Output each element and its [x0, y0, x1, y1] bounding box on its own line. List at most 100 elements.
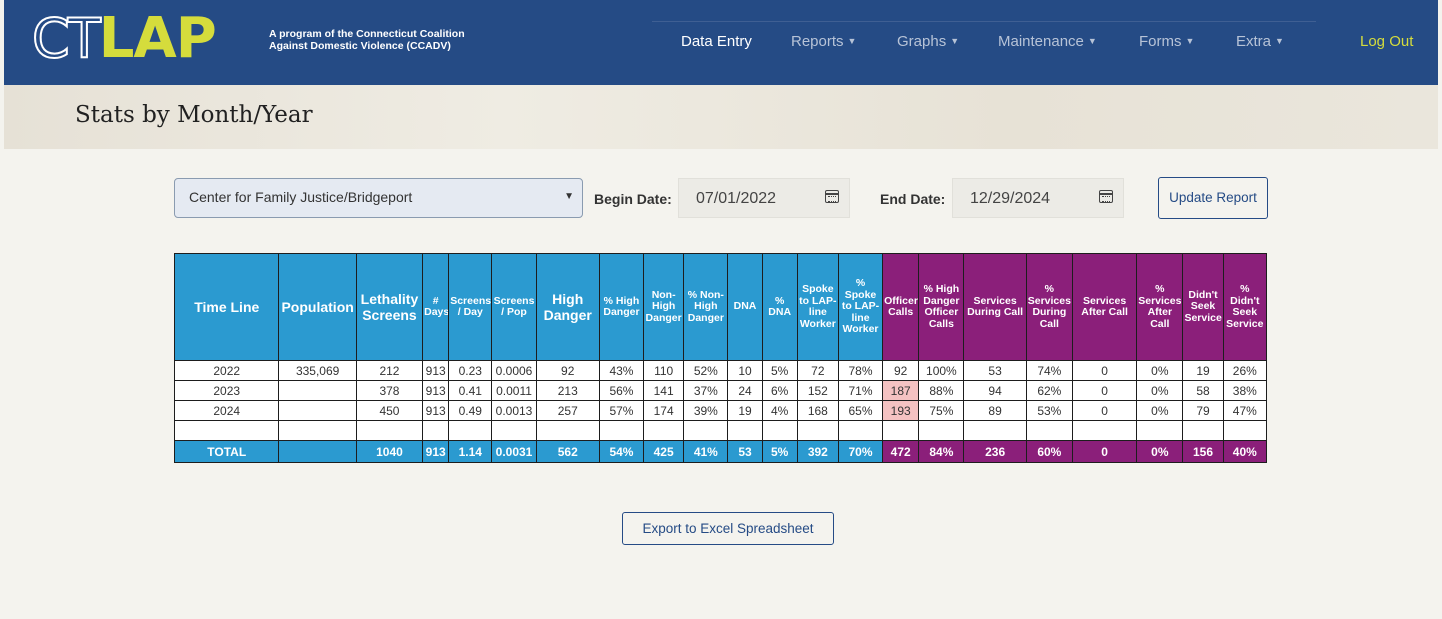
table-cell: 193 — [882, 400, 920, 421]
table-cell: 72 — [796, 360, 839, 381]
nav-item-data-entry[interactable]: Data Entry — [681, 33, 752, 50]
table-cell: 56% — [598, 380, 645, 401]
begin-date-label: Begin Date: — [594, 191, 672, 207]
location-select-value: Center for Family Justice/Bridgeport — [189, 189, 413, 205]
table-cell — [918, 420, 965, 441]
total-cell: TOTAL — [173, 440, 280, 463]
table-cell: 913 — [422, 380, 450, 401]
table-cell: 913 — [422, 360, 450, 381]
table-cell: 5% — [761, 360, 798, 381]
table-cell: 39% — [683, 400, 729, 421]
nav-item-label: Data Entry — [681, 33, 752, 50]
logo-lap-text: LAP — [98, 6, 217, 71]
table-cell — [727, 420, 763, 441]
end-date-input[interactable]: 12/29/2024 — [952, 178, 1124, 218]
table-cell: 0.23 — [448, 360, 493, 381]
begin-date-input[interactable]: 07/01/2022 — [678, 178, 850, 218]
total-cell: 236 — [963, 440, 1027, 463]
table-row — [173, 420, 1268, 441]
table-cell — [278, 420, 357, 441]
total-cell: 472 — [882, 440, 920, 463]
chevron-down-icon: ▼ — [564, 191, 574, 202]
nav-item-label: Graphs — [897, 33, 947, 50]
caret-down-icon: ▼ — [1275, 36, 1284, 46]
column-header: Screens / Pop — [491, 253, 537, 361]
table-cell: 78% — [837, 360, 884, 381]
stats-table: Time Line Population Lethality Screens # Da… — [173, 253, 1268, 463]
calendar-icon[interactable] — [1099, 190, 1113, 203]
nav-item-label: Extra — [1236, 33, 1272, 50]
nav-item-reports[interactable]: Reports ▼ — [791, 33, 856, 50]
caret-down-icon: ▼ — [847, 36, 857, 46]
calendar-icon[interactable] — [825, 190, 839, 203]
total-cell: 0.0031 — [491, 440, 537, 463]
table-cell: 79 — [1182, 400, 1224, 421]
location-select[interactable]: Center for Family Justice/Bridgeport ▼ — [174, 178, 583, 218]
nav-item-extra[interactable]: Extra ▼ — [1236, 33, 1284, 50]
table-cell: 378 — [355, 380, 424, 401]
logo-subtitle: A program of the Connecticut Coalition A… — [269, 28, 465, 52]
begin-date-value: 07/01/2022 — [696, 190, 777, 207]
ctlap-logo[interactable]: CT LAP — [31, 6, 217, 71]
table-cell: 213 — [535, 380, 600, 401]
table-cell: 52% — [683, 360, 729, 381]
caret-down-icon: ▼ — [950, 36, 960, 46]
column-header: Services During Call — [963, 253, 1027, 361]
table-cell: 0.0013 — [491, 400, 537, 421]
table-cell: 0 — [1071, 380, 1138, 401]
nav-divider — [652, 21, 1316, 22]
navbar: CT LAP A program of the Connecticut Coal… — [4, 0, 1438, 85]
table-cell: 19 — [727, 400, 763, 421]
update-report-button[interactable]: Update Report — [1158, 177, 1268, 219]
table-cell: 47% — [1222, 400, 1268, 421]
total-cell: 562 — [535, 440, 600, 463]
table-cell — [278, 400, 357, 421]
column-header: % Non-High Danger — [683, 253, 729, 361]
column-header: Time Line — [173, 253, 280, 361]
total-cell: 0% — [1136, 440, 1184, 463]
table-cell: 141 — [643, 380, 685, 401]
table-cell: 0.49 — [448, 400, 493, 421]
table-row: 2022 335,069 212 913 0.23 0.0006 92 43% 110 52% 10… — [173, 360, 1268, 381]
total-cell: 1040 — [355, 440, 424, 463]
table-cell — [963, 420, 1027, 441]
table-cell: 19 — [1182, 360, 1224, 381]
table-cell: 0% — [1136, 400, 1184, 421]
page-title: Stats by Month/Year — [75, 102, 313, 128]
total-cell: 84% — [918, 440, 965, 463]
nav-item-maintenance[interactable]: Maintenance ▼ — [998, 33, 1097, 50]
table-cell: 0% — [1136, 360, 1184, 381]
table-cell — [422, 420, 450, 441]
column-header: Lethality Screens — [355, 253, 424, 361]
table-cell — [1071, 420, 1138, 441]
nav-item-label: Maintenance — [998, 33, 1084, 50]
logout-link[interactable]: Log Out — [1360, 33, 1413, 50]
table-cell — [535, 420, 600, 441]
table-cell — [355, 420, 424, 441]
export-excel-button[interactable]: Export to Excel Spreadsheet — [622, 512, 834, 545]
total-cell: 41% — [683, 440, 729, 463]
column-header: # Days — [422, 253, 450, 361]
nav-item-graphs[interactable]: Graphs ▼ — [897, 33, 959, 50]
table-cell: 88% — [918, 380, 965, 401]
total-cell: 40% — [1222, 440, 1268, 463]
table-cell: 26% — [1222, 360, 1268, 381]
nav-item-label: Reports — [791, 33, 844, 50]
table-cell: 168 — [796, 400, 839, 421]
table-cell: 4% — [761, 400, 798, 421]
table-cell: 0 — [1071, 360, 1138, 381]
table-cell: 37% — [683, 380, 729, 401]
table-cell: 913 — [422, 400, 450, 421]
total-cell — [278, 440, 357, 463]
total-cell: 913 — [422, 440, 450, 463]
total-cell: 54% — [598, 440, 645, 463]
table-cell — [796, 420, 839, 441]
table-cell: 53% — [1025, 400, 1073, 421]
table-cell — [173, 420, 280, 441]
nav-item-forms[interactable]: Forms ▼ — [1139, 33, 1194, 50]
table-row: 2023 378 913 0.41 0.0011 213 56% 141 37% 24 6% 152 7… — [173, 380, 1268, 401]
table-cell: 0.0011 — [491, 380, 537, 401]
table-cell — [491, 420, 537, 441]
total-cell: 425 — [643, 440, 685, 463]
total-cell: 53 — [727, 440, 763, 463]
